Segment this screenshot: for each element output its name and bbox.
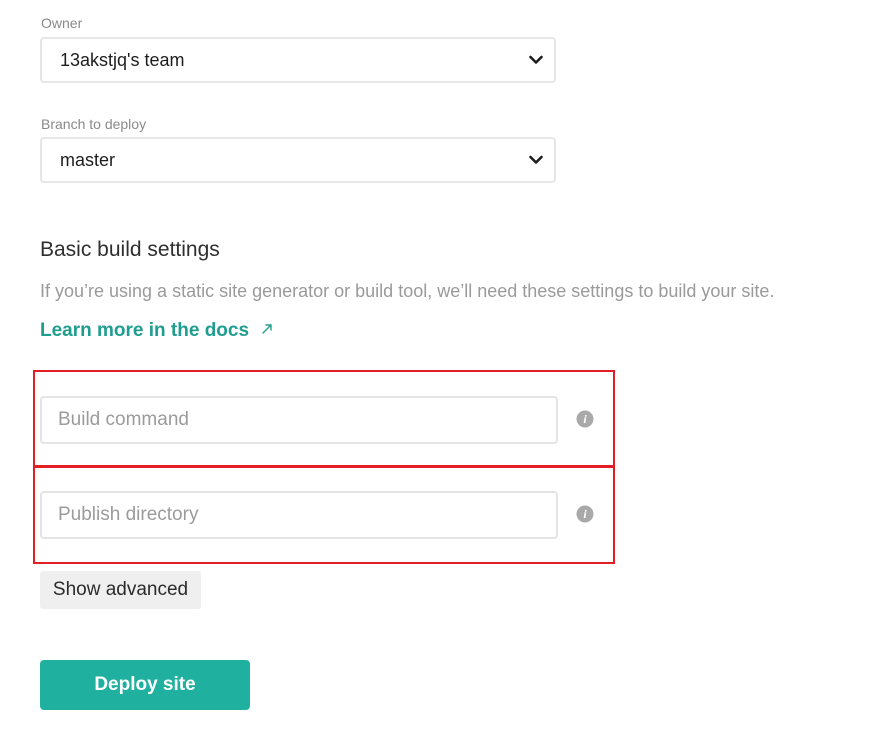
branch-label: Branch to deploy: [41, 116, 147, 132]
owner-label: Owner: [41, 15, 83, 31]
external-arrow-icon: [261, 322, 273, 340]
docs-link[interactable]: Learn more in the docs: [40, 320, 273, 342]
deploy-site-button[interactable]: Deploy site: [40, 660, 250, 710]
branch-select[interactable]: master: [40, 137, 556, 183]
chevron-down-icon: [528, 152, 544, 168]
section-title: Basic build settings: [40, 238, 220, 261]
publish-directory-input[interactable]: [40, 491, 558, 539]
owner-select[interactable]: 13akstjq's team: [40, 37, 556, 83]
section-description: If you’re using a static site generator …: [40, 281, 775, 301]
branch-selected-value: master: [60, 149, 116, 170]
chevron-down-icon: [528, 52, 544, 68]
info-icon[interactable]: i: [576, 505, 594, 523]
build-command-input[interactable]: [40, 396, 558, 444]
owner-selected-value: 13akstjq's team: [60, 49, 185, 70]
info-icon[interactable]: i: [576, 410, 594, 428]
show-advanced-button[interactable]: Show advanced: [40, 571, 201, 609]
docs-link-label: Learn more in the docs: [40, 320, 250, 341]
